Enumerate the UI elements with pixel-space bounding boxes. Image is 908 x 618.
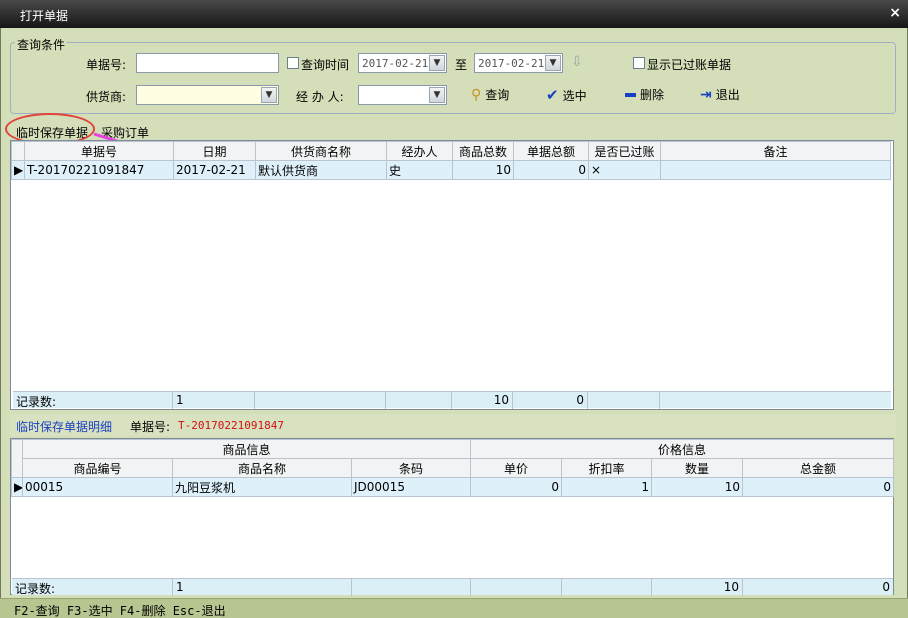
shortcut-hints: F2-查询 F3-选中 F4-删除 Esc-退出 [14,604,226,618]
cell-discount[interactable]: 1 [561,477,652,497]
detail-grid-footer: 记录数: 1 10 0 [12,578,893,596]
col-header-qty[interactable]: 数量 [651,458,743,478]
query-group-title: 查询条件 [15,36,68,53]
cell-total[interactable]: 0 [741,477,895,497]
close-icon[interactable]: × [889,5,901,21]
minus-icon [625,92,636,97]
date-to-value: 2017-02-21 [478,57,545,70]
select-button[interactable]: ✔ 选中 [546,86,587,104]
chevron-down-icon[interactable]: ▼ [261,87,277,103]
footer-count-label: 记录数: [12,579,173,596]
cell-price[interactable]: 0 [470,477,562,497]
grid-gutter-header [11,439,23,478]
table-row[interactable]: ▶ 00015 九阳豆浆机 JD00015 0 1 10 0 [11,477,895,497]
supplier-select[interactable]: ▼ [136,85,279,105]
footer-total: 0 [882,580,890,594]
date-from-picker[interactable]: 2017-02-21 ▼ [358,53,447,73]
search-icon: ⚲ [471,86,482,103]
query-time-checkbox[interactable] [287,57,299,69]
cell-doc-no[interactable]: T-20170221091847 [24,160,174,180]
col-header-discount[interactable]: 折扣率 [561,458,652,478]
group-header-product: 商品信息 [22,439,471,459]
footer-count: 1 [173,392,255,409]
date-from-value: 2017-02-21 [362,57,429,70]
detail-grid-table: 商品信息 价格信息 商品编号 商品名称 条码 单价 折扣率 数量 总金额 ▶ 0… [11,439,895,497]
col-header-supplier[interactable]: 供货商名称 [255,141,387,161]
grid-gutter-header [11,141,25,161]
status-bar: F2-查询 F3-选中 F4-删除 Esc-退出 [0,598,908,618]
col-header-name[interactable]: 商品名称 [172,458,352,478]
supplier-label: 供货商: [86,90,127,104]
operator-select[interactable]: ▼ [358,85,447,105]
exit-icon: ⇥ [700,86,712,103]
footer-qty: 10 [652,579,743,596]
row-pointer-icon: ▶ [11,477,23,497]
exit-button[interactable]: ⇥ 退出 [700,86,740,103]
footer-count: 1 [173,579,352,596]
cell-note[interactable] [660,160,891,180]
col-header-price[interactable]: 单价 [470,458,562,478]
col-header-note[interactable]: 备注 [660,141,891,161]
arrow-down-icon[interactable]: ⇩ [571,54,583,70]
main-grid: 单据号 日期 供货商名称 经办人 商品总数 单据总额 是否已过账 备注 ▶ T-… [10,140,894,410]
group-header-price: 价格信息 [469,439,895,459]
col-header-date[interactable]: 日期 [173,141,256,161]
operator-label: 经 办 人: [296,90,344,104]
cell-qty[interactable]: 10 [651,477,743,497]
to-label: 至 [455,58,468,72]
table-row[interactable]: ▶ T-20170221091847 2017-02-21 默认供货商 史 10… [11,160,891,180]
cell-posted[interactable]: × [588,160,661,180]
show-posted-checkbox[interactable] [633,57,645,69]
col-header-total[interactable]: 总金额 [741,458,895,478]
col-header-doc-no[interactable]: 单据号 [24,141,174,161]
query-button[interactable]: ⚲ 查询 [471,86,509,103]
detail-doc-value: T-20170221091847 [178,419,284,432]
doc-no-label: 单据号: [86,58,127,72]
chevron-down-icon[interactable]: ▼ [429,87,445,103]
footer-amount: 0 [513,392,588,409]
date-to-picker[interactable]: 2017-02-21 ▼ [474,53,563,73]
detail-title: 临时保存单据明细 [16,420,113,434]
title-bar: 打开单据 × [0,0,908,28]
cell-supplier[interactable]: 默认供货商 [255,160,387,180]
doc-no-input[interactable] [136,53,279,73]
cell-code[interactable]: 00015 [22,477,173,497]
cell-operator[interactable]: 史 [386,160,453,180]
window-title: 打开单据 [20,9,69,23]
chevron-down-icon[interactable]: ▼ [429,55,445,71]
detail-header-bar: 临时保存单据明细 单据号: T-20170221091847 [10,414,896,436]
col-header-posted[interactable]: 是否已过账 [588,141,661,161]
footer-qty: 10 [452,392,513,409]
col-header-amount[interactable]: 单据总额 [513,141,589,161]
col-header-operator[interactable]: 经办人 [386,141,453,161]
col-header-barcode[interactable]: 条码 [351,458,471,478]
cell-name[interactable]: 九阳豆浆机 [172,477,352,497]
main-grid-footer: 记录数: 1 10 0 [13,391,891,409]
chevron-down-icon[interactable]: ▼ [545,55,561,71]
detail-grid: 商品信息 价格信息 商品编号 商品名称 条码 单价 折扣率 数量 总金额 ▶ 0… [10,438,895,596]
detail-doc-label: 单据号: [130,420,171,434]
delete-button[interactable]: 删除 [625,86,664,103]
col-header-code[interactable]: 商品编号 [22,458,173,478]
row-pointer-icon: ▶ [11,160,25,180]
main-grid-table: 单据号 日期 供货商名称 经办人 商品总数 单据总额 是否已过账 备注 ▶ T-… [11,141,891,180]
cell-barcode[interactable]: JD00015 [351,477,471,497]
cell-date[interactable]: 2017-02-21 [173,160,256,180]
show-posted-label: 显示已过账单据 [647,58,732,72]
checkmark-icon: ✔ [546,86,559,104]
cell-qty[interactable]: 10 [452,160,514,180]
query-time-label: 查询时间 [301,58,350,72]
footer-count-label: 记录数: [13,392,173,409]
col-header-qty[interactable]: 商品总数 [452,141,514,161]
cell-amount[interactable]: 0 [513,160,589,180]
